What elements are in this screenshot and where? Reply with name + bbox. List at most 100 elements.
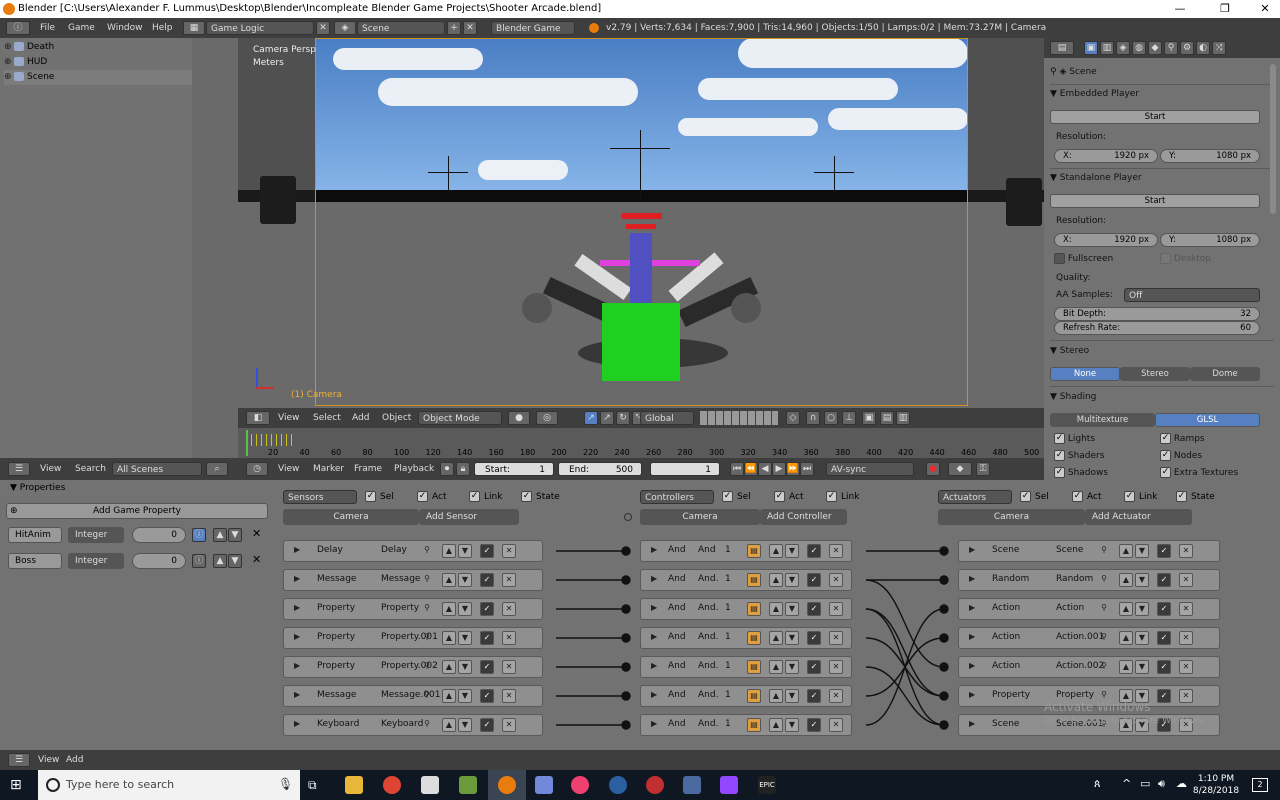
expand-icon[interactable]: ▶ xyxy=(294,719,300,728)
expand-icon[interactable]: ▶ xyxy=(651,690,657,699)
stereo-stereo-button[interactable]: Stereo xyxy=(1120,367,1190,381)
link-socket[interactable] xyxy=(939,720,949,730)
snap-icon[interactable]: ∩ xyxy=(806,411,820,425)
menu-window[interactable]: Window xyxy=(107,18,143,38)
move-up-icon[interactable]: ▲ xyxy=(213,554,227,568)
search-icon[interactable]: ⌕ xyxy=(206,462,228,476)
app-icon[interactable] xyxy=(646,776,664,794)
collapse-icon[interactable]: ▼ xyxy=(1050,89,1060,99)
checkbox-box[interactable]: ✓ xyxy=(469,491,480,502)
bookmark-icon[interactable]: ▤ xyxy=(747,660,761,674)
logic-object-label[interactable]: Camera xyxy=(938,509,1085,525)
embedded-start-button[interactable]: Start xyxy=(1050,110,1260,124)
lock-range-icon[interactable]: 🔒︎ xyxy=(456,462,470,476)
remove-brick-icon[interactable]: ✕ xyxy=(1179,631,1193,645)
move-up-icon[interactable]: ▲ xyxy=(769,660,783,674)
app-icon[interactable] xyxy=(609,776,627,794)
move-down-icon[interactable]: ▼ xyxy=(785,689,799,703)
controller-name-field[interactable]: And xyxy=(698,545,716,555)
menu-view[interactable]: View xyxy=(278,459,299,479)
move-down-icon[interactable]: ▼ xyxy=(785,631,799,645)
checkbox-box[interactable]: ✓ xyxy=(1176,491,1187,502)
editor-type-info-icon[interactable]: ⓘ xyxy=(6,21,30,35)
taskbar-search-box[interactable]: Type here to search xyxy=(38,770,300,800)
properties-title[interactable]: ▼ Properties xyxy=(10,483,65,493)
checkbox-box[interactable]: ✓ xyxy=(1160,450,1171,461)
move-down-icon[interactable]: ▼ xyxy=(458,573,472,587)
move-up-icon[interactable]: ▲ xyxy=(442,660,456,674)
aa-samples-dropdown[interactable]: Off xyxy=(1124,288,1260,302)
chrome-icon[interactable] xyxy=(383,776,401,794)
sensor-name-field[interactable]: Property xyxy=(381,603,419,613)
controller-name-field[interactable]: And. xyxy=(698,661,718,671)
mail-icon[interactable] xyxy=(421,776,439,794)
link-socket[interactable] xyxy=(621,546,631,556)
bit-depth-field[interactable]: Bit Depth: 32 xyxy=(1054,307,1260,321)
move-up-icon[interactable]: ▲ xyxy=(213,528,227,542)
controller-brick[interactable]: ▶ And And. 1 ▤ ▲ ▼ ✓ ✕ xyxy=(640,656,852,678)
move-up-icon[interactable]: ▲ xyxy=(1119,573,1133,587)
add-sensor-dropdown[interactable]: Add Sensor xyxy=(419,509,519,525)
sensor-type-label[interactable]: Keyboard xyxy=(317,719,359,729)
editor-type-3d-icon[interactable]: ◧ xyxy=(246,411,270,425)
world-tab-icon[interactable]: ◍ xyxy=(1132,41,1146,55)
checkbox-box[interactable]: ✓ xyxy=(1160,467,1171,478)
move-up-icon[interactable]: ▲ xyxy=(1119,631,1133,645)
controller-type-label[interactable]: And xyxy=(668,719,686,729)
move-down-icon[interactable]: ▼ xyxy=(458,718,472,732)
actuator-type-label[interactable]: Scene xyxy=(992,719,1019,729)
task-view-icon[interactable]: ⧉ xyxy=(308,776,326,794)
checkbox-box[interactable]: ✓ xyxy=(417,491,428,502)
actuators-sel-checkbox[interactable]: ✓ Sel xyxy=(1020,490,1049,504)
menu-add[interactable]: Add xyxy=(352,408,369,428)
pin-icon[interactable]: ⚲ xyxy=(420,602,434,616)
move-up-icon[interactable]: ▲ xyxy=(1119,544,1133,558)
lights-checkbox[interactable]: ✓ Lights xyxy=(1054,431,1095,447)
minecraft-icon[interactable] xyxy=(459,776,477,794)
property-debug-icon[interactable]: ⓘ xyxy=(192,554,206,568)
expand-icon[interactable]: ▶ xyxy=(651,661,657,670)
expand-icon[interactable]: ▶ xyxy=(969,545,975,554)
move-up-icon[interactable]: ▲ xyxy=(769,718,783,732)
bookmark-icon[interactable]: ▤ xyxy=(747,718,761,732)
proportional-icon[interactable]: ○ xyxy=(824,411,838,425)
timeline-ruler[interactable]: 20 40 60 80 100 120 140 160 180 200 220 240 260 280 30… xyxy=(246,430,1039,457)
3d-viewport[interactable]: Camera Persp Meters (1) Camera xyxy=(238,38,1044,408)
active-checkbox-icon[interactable]: ✓ xyxy=(1157,573,1171,587)
checkbox-box[interactable]: ✓ xyxy=(1124,491,1135,502)
cortana-icon[interactable] xyxy=(46,778,60,792)
move-down-icon[interactable]: ▼ xyxy=(1135,602,1149,616)
pin-icon[interactable]: ⚲ xyxy=(1097,602,1111,616)
controllers-sel-checkbox[interactable]: ✓ Sel xyxy=(722,490,751,504)
sensors-state-checkbox[interactable]: ✓ State xyxy=(521,490,560,504)
volume-icon[interactable]: 🔊︎ xyxy=(1158,777,1165,791)
sensor-type-label[interactable]: Message xyxy=(317,690,356,700)
sensor-brick[interactable]: ▶ Property Property.001 ⚲ ▲ ▼ ✓ ✕ xyxy=(283,627,543,649)
editor-type-properties-icon[interactable]: ▤ xyxy=(1050,41,1074,55)
render-anim-icon[interactable]: ▤ xyxy=(880,411,894,425)
checkbox-box[interactable] xyxy=(1054,253,1065,264)
menu-object[interactable]: Object xyxy=(382,408,411,428)
remove-brick-icon[interactable]: ✕ xyxy=(829,544,843,558)
jump-next-key-icon[interactable]: ⏩ xyxy=(786,462,800,476)
jump-prev-key-icon[interactable]: ⏪ xyxy=(744,462,758,476)
pin-icon[interactable]: ⚲ xyxy=(420,718,434,732)
link-socket[interactable] xyxy=(939,691,949,701)
outliner-item-hud[interactable]: ⊕ HUD xyxy=(4,55,47,70)
remove-brick-icon[interactable]: ✕ xyxy=(1179,602,1193,616)
move-down-icon[interactable]: ▼ xyxy=(1135,660,1149,674)
property-type-dropdown[interactable]: Integer xyxy=(68,553,124,569)
active-checkbox-icon[interactable]: ✓ xyxy=(1157,602,1171,616)
checkbox-box[interactable]: ✓ xyxy=(1072,491,1083,502)
sensor-brick[interactable]: ▶ Property Property ⚲ ▲ ▼ ✓ ✕ xyxy=(283,598,543,620)
actuator-type-label[interactable]: Action xyxy=(992,603,1020,613)
discord-icon[interactable] xyxy=(535,776,553,794)
windows-start-icon[interactable]: ⊞ xyxy=(10,778,24,792)
current-frame-cursor[interactable] xyxy=(246,430,248,456)
scene-icon[interactable]: ◈ xyxy=(334,21,356,35)
pin-icon[interactable]: ⚲ xyxy=(1097,573,1111,587)
remove-brick-icon[interactable]: ✕ xyxy=(1179,573,1193,587)
editor-type-timeline-icon[interactable]: ◷ xyxy=(246,462,268,476)
link-socket[interactable] xyxy=(621,575,631,585)
controller-brick[interactable]: ▶ And And 1 ▤ ▲ ▼ ✓ ✕ xyxy=(640,540,852,562)
